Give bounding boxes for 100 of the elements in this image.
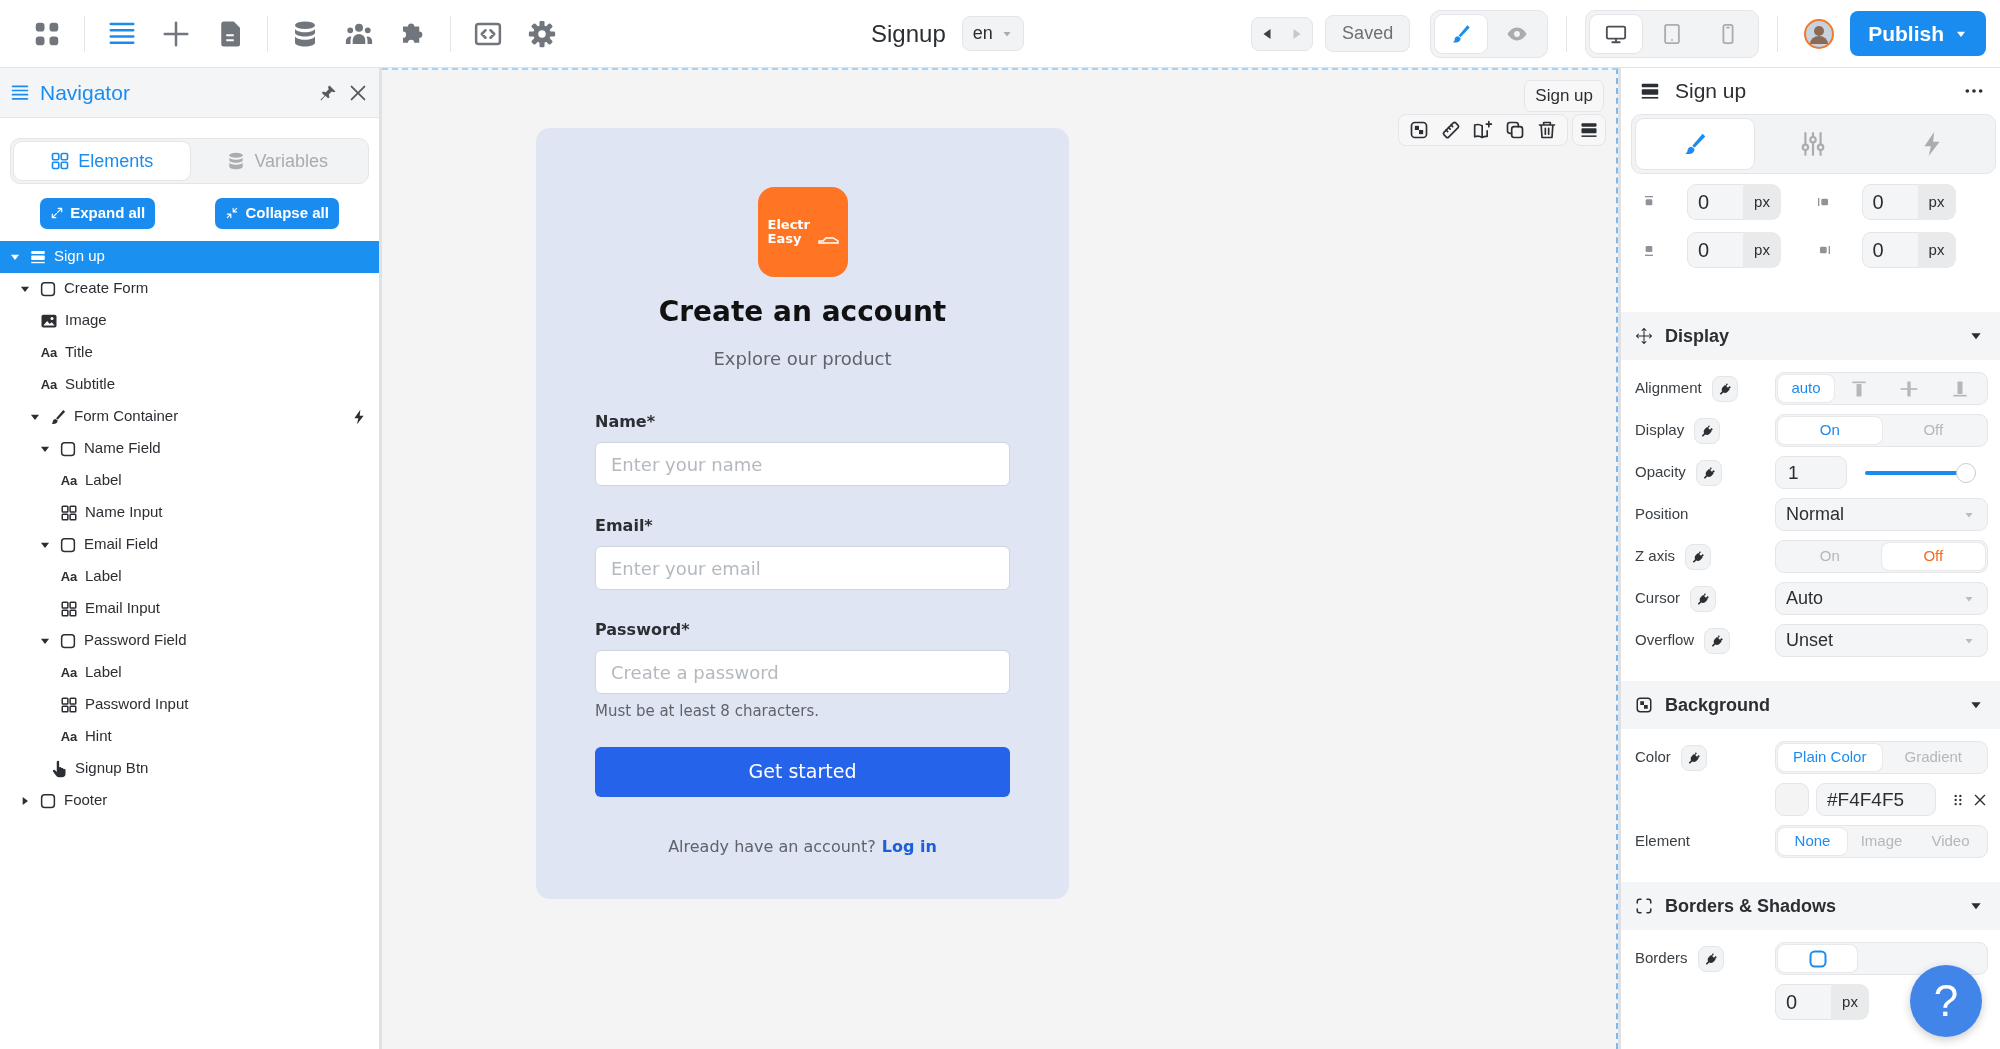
color-swatch[interactable]	[1775, 783, 1809, 816]
property-label: Display	[1635, 420, 1685, 441]
avatar[interactable]	[1804, 18, 1835, 49]
tree-item[interactable]: Aa Title	[0, 336, 379, 369]
form-title: Create an account	[658, 294, 947, 330]
segment-option[interactable]	[1778, 945, 1857, 972]
help-button[interactable]: ?	[1910, 965, 1982, 1037]
footer-text: Already have an account?	[668, 835, 876, 858]
property-label: Opacity	[1635, 462, 1686, 483]
copy-icon[interactable]	[1505, 120, 1525, 140]
logo-text: Electr	[767, 218, 810, 232]
square-icon	[59, 439, 77, 458]
color-field[interactable]: #F4F4F5	[1816, 783, 1936, 816]
property-label: Position	[1635, 504, 1689, 525]
segment-option[interactable]: auto	[1778, 375, 1834, 402]
tree-item[interactable]: Aa Subtitle	[0, 368, 379, 401]
link-button[interactable]	[1694, 417, 1721, 444]
field-hint: Must be at least 8 characters.	[595, 701, 821, 722]
tree-item[interactable]: Signup Btn	[0, 752, 379, 785]
trash-icon[interactable]	[1537, 120, 1557, 140]
book-icon[interactable]	[1473, 120, 1493, 140]
tree-item[interactable]: Aa Hint	[0, 720, 379, 753]
input-field[interactable]: Create a password	[595, 650, 1010, 694]
tree-item[interactable]: Form Container	[0, 400, 379, 433]
language-select[interactable]: en	[961, 16, 1024, 51]
number-field[interactable]: 0	[1687, 232, 1743, 268]
settings-icon[interactable]	[527, 18, 557, 49]
unit-label: px	[1743, 232, 1781, 268]
tree-item[interactable]: Aa Label	[0, 560, 379, 593]
slider[interactable]	[1865, 461, 1976, 484]
plug-icon	[1703, 951, 1718, 966]
select-field[interactable]: Auto	[1775, 582, 1988, 615]
text-icon: Aa	[60, 662, 78, 683]
select-field[interactable]: Normal	[1775, 498, 1988, 531]
select-field[interactable]: Unset	[1775, 624, 1988, 657]
section-header[interactable]: Background	[1621, 681, 2000, 729]
segment-option[interactable]: On	[1778, 417, 1882, 444]
tree-item[interactable]: Image	[0, 304, 379, 337]
tree-item[interactable]: Aa Label	[0, 656, 379, 689]
desktop-view-tab[interactable]	[1590, 14, 1643, 53]
plug-icon	[1710, 633, 1725, 648]
number-field[interactable]: 1	[1775, 456, 1847, 489]
number-field[interactable]: 0	[1861, 184, 1918, 220]
submit-button[interactable]: Get started	[595, 746, 1010, 797]
field-label: Email*	[595, 515, 654, 537]
tree-item[interactable]: Footer	[0, 784, 379, 817]
number-field[interactable]: 0	[1775, 984, 1831, 1020]
pin-icon[interactable]	[319, 83, 337, 102]
back-icon	[1261, 27, 1274, 40]
tree-item[interactable]: Aa Label	[0, 464, 379, 497]
page-title: Signup	[871, 18, 946, 49]
link-button[interactable]	[1704, 627, 1731, 654]
section-header[interactable]: Display	[1621, 312, 2000, 360]
plug-icon	[1700, 423, 1715, 438]
brush-icon	[49, 407, 67, 426]
slider-thumb[interactable]	[1956, 462, 1976, 483]
property-label: Borders	[1635, 948, 1688, 969]
section-header[interactable]: Borders & Shadows	[1621, 882, 2000, 930]
tree-item[interactable]: Create Form	[0, 272, 379, 305]
login-link[interactable]: Log in	[881, 834, 937, 859]
property-label: Z axis	[1635, 546, 1675, 567]
section-icon[interactable]	[1579, 120, 1599, 140]
field-label: Name*	[595, 411, 657, 433]
grid-icon	[60, 503, 78, 522]
hand-icon	[50, 759, 68, 778]
link-button[interactable]	[1680, 744, 1707, 771]
text-icon: Aa	[40, 374, 58, 395]
design-mode-tab[interactable]	[1435, 14, 1488, 53]
element-tag: Sign up	[1524, 80, 1604, 112]
link-button[interactable]	[1697, 945, 1724, 972]
input-field[interactable]: Enter your email	[595, 546, 1010, 590]
panel-title: Sign up	[1675, 78, 1747, 105]
unit-label: px	[1917, 232, 1956, 268]
collapse-icon	[225, 206, 240, 221]
background-icon[interactable]	[1409, 120, 1429, 140]
tree-item[interactable]: Password Field	[0, 624, 379, 657]
link-button[interactable]	[1711, 375, 1738, 402]
plug-icon	[1686, 750, 1701, 765]
form-subtitle: Explore our product	[713, 347, 892, 371]
ruler-icon[interactable]	[1441, 120, 1461, 140]
tree-item[interactable]: Name Field	[0, 432, 379, 465]
tree-item[interactable]: Name Input	[0, 496, 379, 529]
link-button[interactable]	[1690, 585, 1716, 612]
tree-item[interactable]: Password Input	[0, 688, 379, 721]
number-field[interactable]: 0	[1861, 232, 1918, 268]
tree-item[interactable]: Email Input	[0, 592, 379, 625]
number-field[interactable]: 0	[1687, 184, 1743, 220]
logo-text: Easy	[767, 232, 802, 246]
plug-icon	[1696, 591, 1710, 606]
plug-icon	[1691, 549, 1705, 564]
text-icon: Aa	[60, 470, 78, 491]
segment-option[interactable]: Plain Color	[1778, 744, 1882, 771]
unit-label: px	[1917, 184, 1956, 220]
property-label: Alignment	[1635, 378, 1702, 399]
link-button[interactable]	[1695, 459, 1722, 486]
link-button[interactable]	[1685, 543, 1711, 570]
input-field[interactable]: Enter your name	[595, 442, 1010, 486]
tree-item[interactable]: Email Field	[0, 528, 379, 561]
square-icon	[59, 631, 77, 650]
sliders-icon	[1800, 131, 1827, 157]
